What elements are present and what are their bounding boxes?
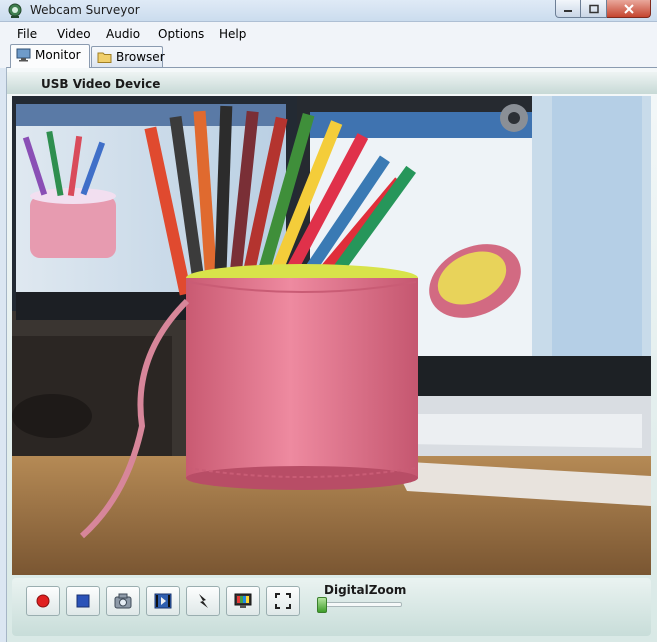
record-icon [36,594,50,608]
capture-toolbar: DigitalZoom [12,578,651,636]
tab-browser-label: Browser [116,50,165,64]
fullscreen-button[interactable] [266,586,300,616]
device-name: USB Video Device [41,77,161,91]
maximize-icon [588,4,599,13]
lightning-icon [199,594,208,608]
menu-video[interactable]: Video [57,27,91,41]
menu-file[interactable]: File [17,27,37,41]
tab-monitor[interactable]: Monitor [10,44,90,68]
stop-button[interactable] [66,586,100,616]
title-bar: Webcam Surveyor [0,0,657,22]
close-icon [623,3,634,14]
film-icon [154,593,172,609]
device-header: USB Video Device [7,72,657,94]
camera-icon [114,593,132,609]
stop-icon [76,594,90,608]
video-preview[interactable] [12,96,651,575]
fullscreen-icon [275,593,291,609]
video-settings-button[interactable] [226,586,260,616]
snapshot-button[interactable] [106,586,140,616]
maximize-button[interactable] [581,0,607,18]
window-title: Webcam Surveyor [30,3,140,17]
motion-detection-button[interactable] [186,586,220,616]
digital-zoom-slider[interactable] [324,602,402,607]
tv-icon [234,593,252,608]
menu-bar: File Video Audio Options Help [0,22,657,44]
tab-browser[interactable]: Browser [91,46,165,68]
menu-help[interactable]: Help [219,27,246,41]
folder-icon [97,52,112,63]
close-button[interactable] [607,0,651,18]
menu-options[interactable]: Options [158,27,204,41]
digital-zoom-label: DigitalZoom [324,583,407,597]
webcam-frame [12,96,651,575]
video-capture-button[interactable] [146,586,180,616]
tab-strip: Monitor Browser [0,44,657,68]
record-button[interactable] [26,586,60,616]
monitor-icon [16,48,31,62]
minimize-icon [564,9,572,12]
menu-audio[interactable]: Audio [106,27,140,41]
webcam-icon [8,3,22,18]
digital-zoom-thumb[interactable] [317,597,327,613]
tab-monitor-label: Monitor [35,48,81,62]
minimize-button[interactable] [555,0,581,18]
